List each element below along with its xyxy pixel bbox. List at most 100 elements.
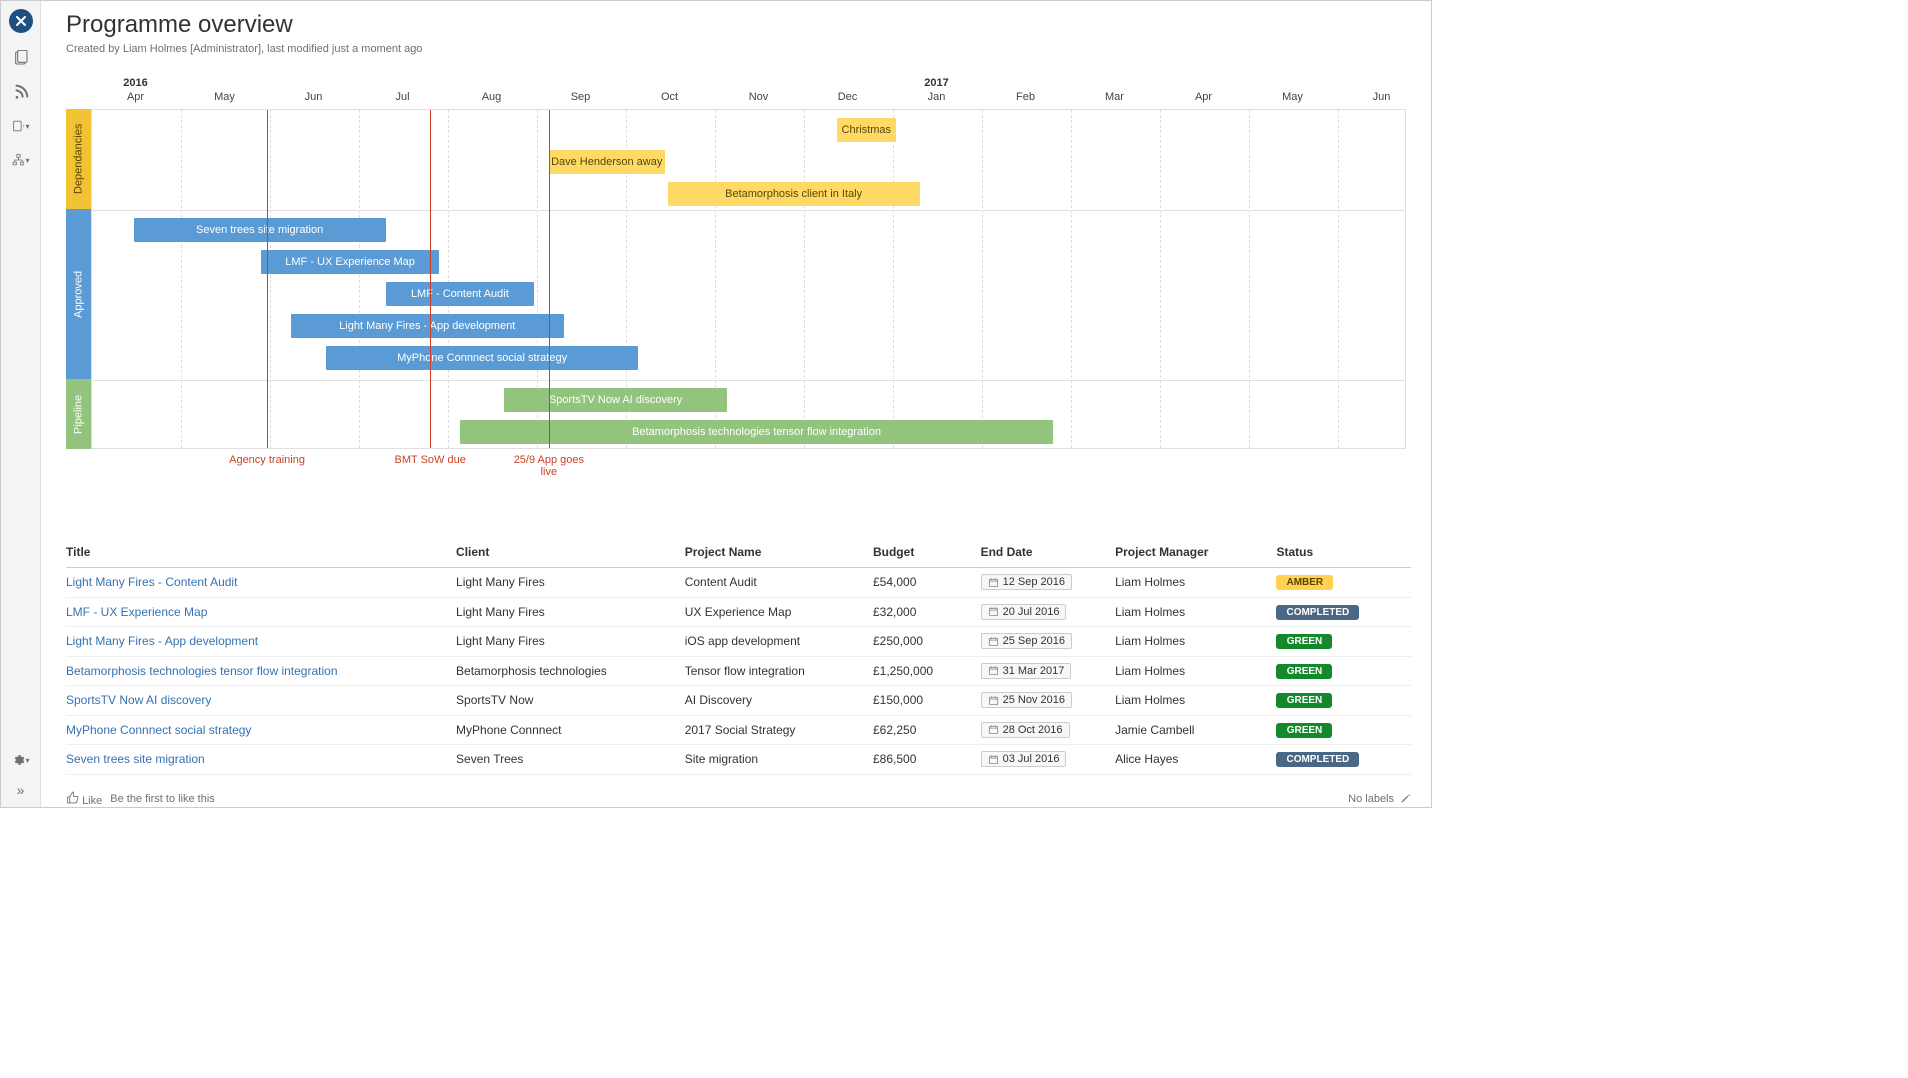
expand-icon[interactable]: » <box>12 781 30 799</box>
timeline-lane-divider <box>92 380 1405 381</box>
timeline-gridline <box>1249 110 1250 448</box>
row-project: UX Experience Map <box>685 597 873 627</box>
hierarchy-icon[interactable]: ▾ <box>12 151 30 169</box>
timeline-marker <box>430 110 431 448</box>
timeline-month-label: Feb <box>1016 91 1035 103</box>
timeline-month-label: Jan <box>928 91 946 103</box>
row-title-link[interactable]: SportsTV Now AI discovery <box>66 693 211 707</box>
timeline-year-label: 2017 <box>924 77 948 89</box>
timeline-bar[interactable]: Christmas <box>837 118 896 142</box>
projects-table: Title Client Project Name Budget End Dat… <box>66 537 1411 775</box>
timeline-month-label: Apr <box>127 91 144 103</box>
timeline-month-label: Nov <box>749 91 769 103</box>
page-meta: Created by Liam Holmes [Administrator], … <box>66 43 1411 55</box>
timeline-bar[interactable]: Dave Henderson away <box>549 150 665 174</box>
timeline-month-label: Jul <box>395 91 409 103</box>
row-end-date[interactable]: 28 Oct 2016 <box>981 722 1070 738</box>
timeline-bar[interactable]: LMF - Content Audit <box>386 282 534 306</box>
status-badge: COMPLETED <box>1276 752 1359 767</box>
timeline-gridline <box>181 110 182 448</box>
timeline-gridline <box>804 110 805 448</box>
page-tree-icon[interactable] <box>12 49 30 67</box>
row-budget: £62,250 <box>873 715 981 745</box>
th-status: Status <box>1276 537 1411 568</box>
timeline-gridline <box>1338 110 1339 448</box>
table-header-row: Title Client Project Name Budget End Dat… <box>66 537 1411 568</box>
row-client: Betamorphosis technologies <box>456 656 685 686</box>
status-badge: COMPLETED <box>1276 605 1359 620</box>
timeline-month-label: Jun <box>305 91 323 103</box>
row-project: Tensor flow integration <box>685 656 873 686</box>
timeline-bar[interactable]: MyPhone Connnect social strategy <box>326 346 638 370</box>
timeline-gridline <box>270 110 271 448</box>
row-title-link[interactable]: Seven trees site migration <box>66 752 205 766</box>
row-end-date[interactable]: 12 Sep 2016 <box>981 574 1072 590</box>
timeline-marker-label: 25/9 App goeslive <box>504 454 594 478</box>
timeline-gridline <box>1071 110 1072 448</box>
row-pm: Liam Holmes <box>1115 656 1276 686</box>
timeline-month-label: May <box>214 91 235 103</box>
timeline-bar[interactable]: SportsTV Now AI discovery <box>504 388 727 412</box>
timeline: AprMayJunJulAugSepOctNovDecJanFebMarAprM… <box>66 77 1411 477</box>
timeline-bar[interactable]: LMF - UX Experience Map <box>261 250 439 274</box>
row-project: AI Discovery <box>685 686 873 716</box>
table-row: MyPhone Connnect social strategyMyPhone … <box>66 715 1411 745</box>
timeline-bar[interactable]: Light Many Fires - App development <box>291 314 564 338</box>
add-page-icon[interactable]: ▾ <box>12 117 30 135</box>
timeline-marker <box>267 110 268 448</box>
row-title-link[interactable]: MyPhone Connnect social strategy <box>66 723 251 737</box>
row-end-date[interactable]: 25 Nov 2016 <box>981 692 1072 708</box>
main-content: Programme overview Created by Liam Holme… <box>41 1 1431 807</box>
page-title: Programme overview <box>66 11 1411 39</box>
settings-icon[interactable]: ▾ <box>12 751 30 769</box>
row-project: iOS app development <box>685 627 873 657</box>
row-project: Site migration <box>685 745 873 775</box>
timeline-month-label: Oct <box>661 91 678 103</box>
row-end-date[interactable]: 25 Sep 2016 <box>981 633 1072 649</box>
timeline-month-label: May <box>1282 91 1303 103</box>
labels-control[interactable]: No labels <box>1348 793 1411 805</box>
row-pm: Jamie Cambell <box>1115 715 1276 745</box>
timeline-gridline <box>359 110 360 448</box>
timeline-axis: AprMayJunJulAugSepOctNovDecJanFebMarAprM… <box>91 77 1406 105</box>
table-row: Light Many Fires - App developmentLight … <box>66 627 1411 657</box>
row-title-link[interactable]: Light Many Fires - App development <box>66 634 258 648</box>
timeline-month-label: Sep <box>571 91 591 103</box>
status-badge: GREEN <box>1276 693 1332 708</box>
timeline-gridline <box>1160 110 1161 448</box>
timeline-gridline <box>982 110 983 448</box>
th-pm: Project Manager <box>1115 537 1276 568</box>
row-budget: £54,000 <box>873 568 981 598</box>
timeline-month-label: Apr <box>1195 91 1212 103</box>
th-client: Client <box>456 537 685 568</box>
row-project: Content Audit <box>685 568 873 598</box>
row-end-date[interactable]: 31 Mar 2017 <box>981 663 1072 679</box>
row-end-date[interactable]: 20 Jul 2016 <box>981 604 1067 620</box>
timeline-month-label: Dec <box>838 91 858 103</box>
th-project: Project Name <box>685 537 873 568</box>
row-title-link[interactable]: LMF - UX Experience Map <box>66 605 207 619</box>
app-logo-icon[interactable] <box>9 9 33 33</box>
timeline-lane-label-dependancies: Dependancies <box>66 109 91 209</box>
row-title-link[interactable]: Betamorphosis technologies tensor flow i… <box>66 664 338 678</box>
timeline-bar[interactable]: Betamorphosis client in Italy <box>668 182 920 206</box>
like-label: Like <box>82 795 102 807</box>
timeline-marker <box>549 110 550 448</box>
timeline-month-label: Mar <box>1105 91 1124 103</box>
like-button[interactable]: Like <box>66 791 102 807</box>
row-budget: £250,000 <box>873 627 981 657</box>
table-row: Seven trees site migrationSeven TreesSit… <box>66 745 1411 775</box>
table-row: SportsTV Now AI discovery SportsTV NowAI … <box>66 686 1411 716</box>
timeline-bar[interactable]: Seven trees site migration <box>134 218 386 242</box>
row-client: SportsTV Now <box>456 686 685 716</box>
row-budget: £150,000 <box>873 686 981 716</box>
row-title-link[interactable]: Light Many Fires - Content Audit <box>66 575 237 589</box>
row-project: 2017 Social Strategy <box>685 715 873 745</box>
pencil-icon <box>1400 793 1411 804</box>
no-labels-text: No labels <box>1348 793 1394 805</box>
rss-icon[interactable] <box>12 83 30 101</box>
row-end-date[interactable]: 03 Jul 2016 <box>981 751 1067 767</box>
table-row: Betamorphosis technologies tensor flow i… <box>66 656 1411 686</box>
left-rail: ▾ ▾ ▾ » <box>1 1 41 807</box>
timeline-lane-divider <box>92 210 1405 211</box>
